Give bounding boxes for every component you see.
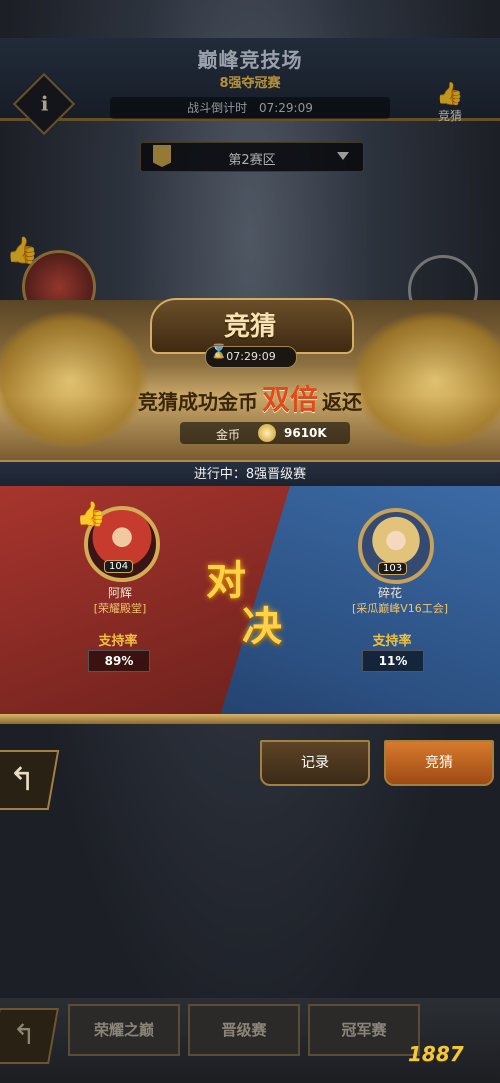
guess-button[interactable]: 竞猜	[384, 740, 494, 786]
player-left-guild: [荣耀殿堂]	[93, 602, 147, 615]
player-left-support-pct: 89%	[88, 650, 150, 672]
gold-label: 金币	[216, 428, 241, 442]
nav-tab-glory-peak[interactable]: 荣耀之巅	[68, 1004, 180, 1056]
nav-tab-promotion[interactable]: 晋级赛	[188, 1004, 300, 1056]
versus-char-1: 对	[206, 557, 246, 604]
player-left-level: 104	[104, 560, 134, 573]
modal-back-button[interactable]: ↰	[0, 750, 60, 810]
player-right-support-pct: 11%	[362, 650, 424, 672]
record-button[interactable]: 记录	[260, 740, 370, 786]
nav-back-button[interactable]: ↰	[0, 1008, 59, 1064]
player-right-support-label: 支持率	[372, 634, 412, 649]
gold-value: 9610K	[284, 426, 327, 440]
player-right-guild: [采瓜巅峰V16工会]	[351, 602, 449, 615]
modal-title: 竞猜	[223, 312, 276, 342]
hourglass-icon: ⌛	[210, 344, 228, 360]
nav-tab-championship[interactable]: 冠军赛	[308, 1004, 420, 1056]
player-left-support-label: 支持率	[98, 634, 138, 649]
slogan-post: 返还	[322, 390, 362, 414]
player-right-name: 碎花	[377, 586, 402, 600]
match-status: 进行中：8强晋级赛	[0, 460, 500, 489]
back-arrow-icon: ↰	[12, 1018, 36, 1051]
back-arrow-icon: ↰	[8, 760, 36, 798]
thumbs-up-icon: 👍	[76, 500, 106, 528]
watermark-logo: 1887	[408, 1042, 464, 1066]
reward-slogan: 竞猜成功金币 双倍 返还	[0, 378, 500, 418]
player-right-level: 103	[378, 562, 408, 575]
coin-icon	[258, 424, 276, 442]
slogan-pre: 竞猜成功金币	[137, 390, 258, 414]
versus-char-2: 决	[242, 603, 282, 650]
player-left-name: 阿辉	[107, 586, 132, 600]
slogan-highlight: 双倍	[261, 383, 318, 416]
gold-balance: 金币 9610K	[180, 422, 350, 444]
panel-edge	[0, 714, 500, 724]
